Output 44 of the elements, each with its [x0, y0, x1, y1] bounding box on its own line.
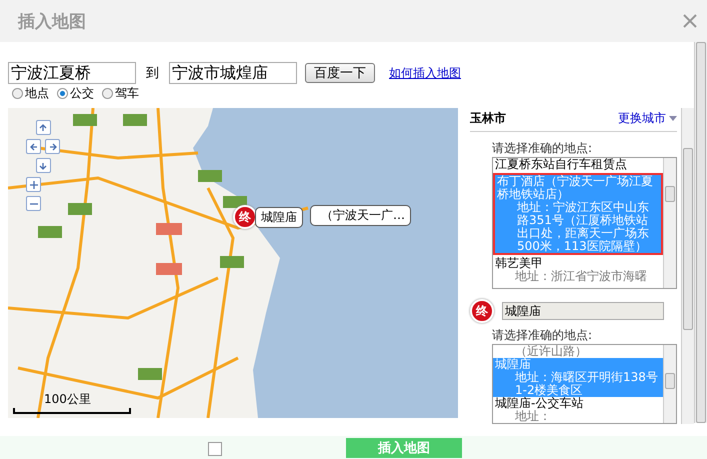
checkbox[interactable]: [208, 442, 222, 456]
panel-scrollbar[interactable]: [681, 108, 694, 424]
scale-text: 100公里: [44, 391, 91, 408]
close-icon[interactable]: [683, 14, 697, 28]
place-list[interactable]: 江夏桥东站自行车租赁点 布丁酒店（宁波天一广场江夏桥地铁站店） 地址：宁波江东区中山东路351号（江厦桥地铁站出口处，距离天一广场东500米，113医院隔壁） 韩艺美甲 地址：浙江省宁波市海曙: [492, 157, 677, 289]
pan-up-button[interactable]: [36, 120, 50, 135]
arrow-icon: [39, 124, 47, 132]
arrow-icon: [48, 142, 56, 150]
search-button[interactable]: 百度一下: [305, 63, 375, 83]
arrow-icon: [30, 142, 38, 150]
destination-field[interactable]: 宁波市城煌庙: [169, 62, 297, 84]
list-scrollbar[interactable]: [663, 345, 676, 423]
place-option[interactable]: 韩艺美甲 地址：浙江省宁波市海曙: [493, 257, 663, 283]
radio-label: 驾车: [115, 85, 139, 102]
change-city-link[interactable]: 更换城市: [618, 110, 677, 127]
prompt-text: 请选择准确的地点:: [492, 140, 594, 157]
connector-text: 到: [146, 65, 159, 82]
radio-label: 地点: [25, 85, 49, 102]
radio-label: 公交: [70, 85, 94, 102]
pan-right-button[interactable]: [45, 139, 60, 154]
page-scrollbar[interactable]: [694, 42, 707, 423]
radio-button[interactable]: [102, 88, 113, 99]
dialog-title: 插入地图: [18, 10, 86, 32]
marker-label: （宁波天一广…: [310, 205, 411, 226]
origin-field[interactable]: 宁波江夏桥: [8, 62, 136, 84]
radio-button[interactable]: [12, 88, 23, 99]
pan-left-button[interactable]: [26, 139, 41, 154]
zoom-in-button[interactable]: [26, 177, 41, 192]
place-list[interactable]: （近许山路） 城隍庙 地址：海曙区开明街138号1-2楼美食区 城隍庙-公交车站 地址：: [492, 344, 677, 424]
arrow-icon: [30, 180, 38, 188]
place-option[interactable]: 城隍庙-公交车站 地址：: [493, 397, 663, 423]
list-scrollbar[interactable]: [663, 158, 676, 288]
caret-icon: [669, 116, 677, 121]
place-option[interactable]: （近许山路）: [493, 345, 663, 358]
city-name: 玉林市: [470, 110, 506, 127]
arrow-icon: [39, 162, 47, 170]
help-link[interactable]: 如何插入地图: [389, 64, 461, 82]
end-badge: 终: [470, 299, 494, 323]
place-option[interactable]: 江夏桥东站自行车租赁点: [493, 158, 663, 171]
radio-button[interactable]: [57, 88, 68, 99]
marker-label: 城隍庙: [255, 206, 303, 228]
pan-down-button[interactable]: [36, 158, 50, 173]
zoom-out-button[interactable]: [26, 196, 41, 211]
prompt-text: 请选择准确的地点:: [492, 327, 594, 344]
